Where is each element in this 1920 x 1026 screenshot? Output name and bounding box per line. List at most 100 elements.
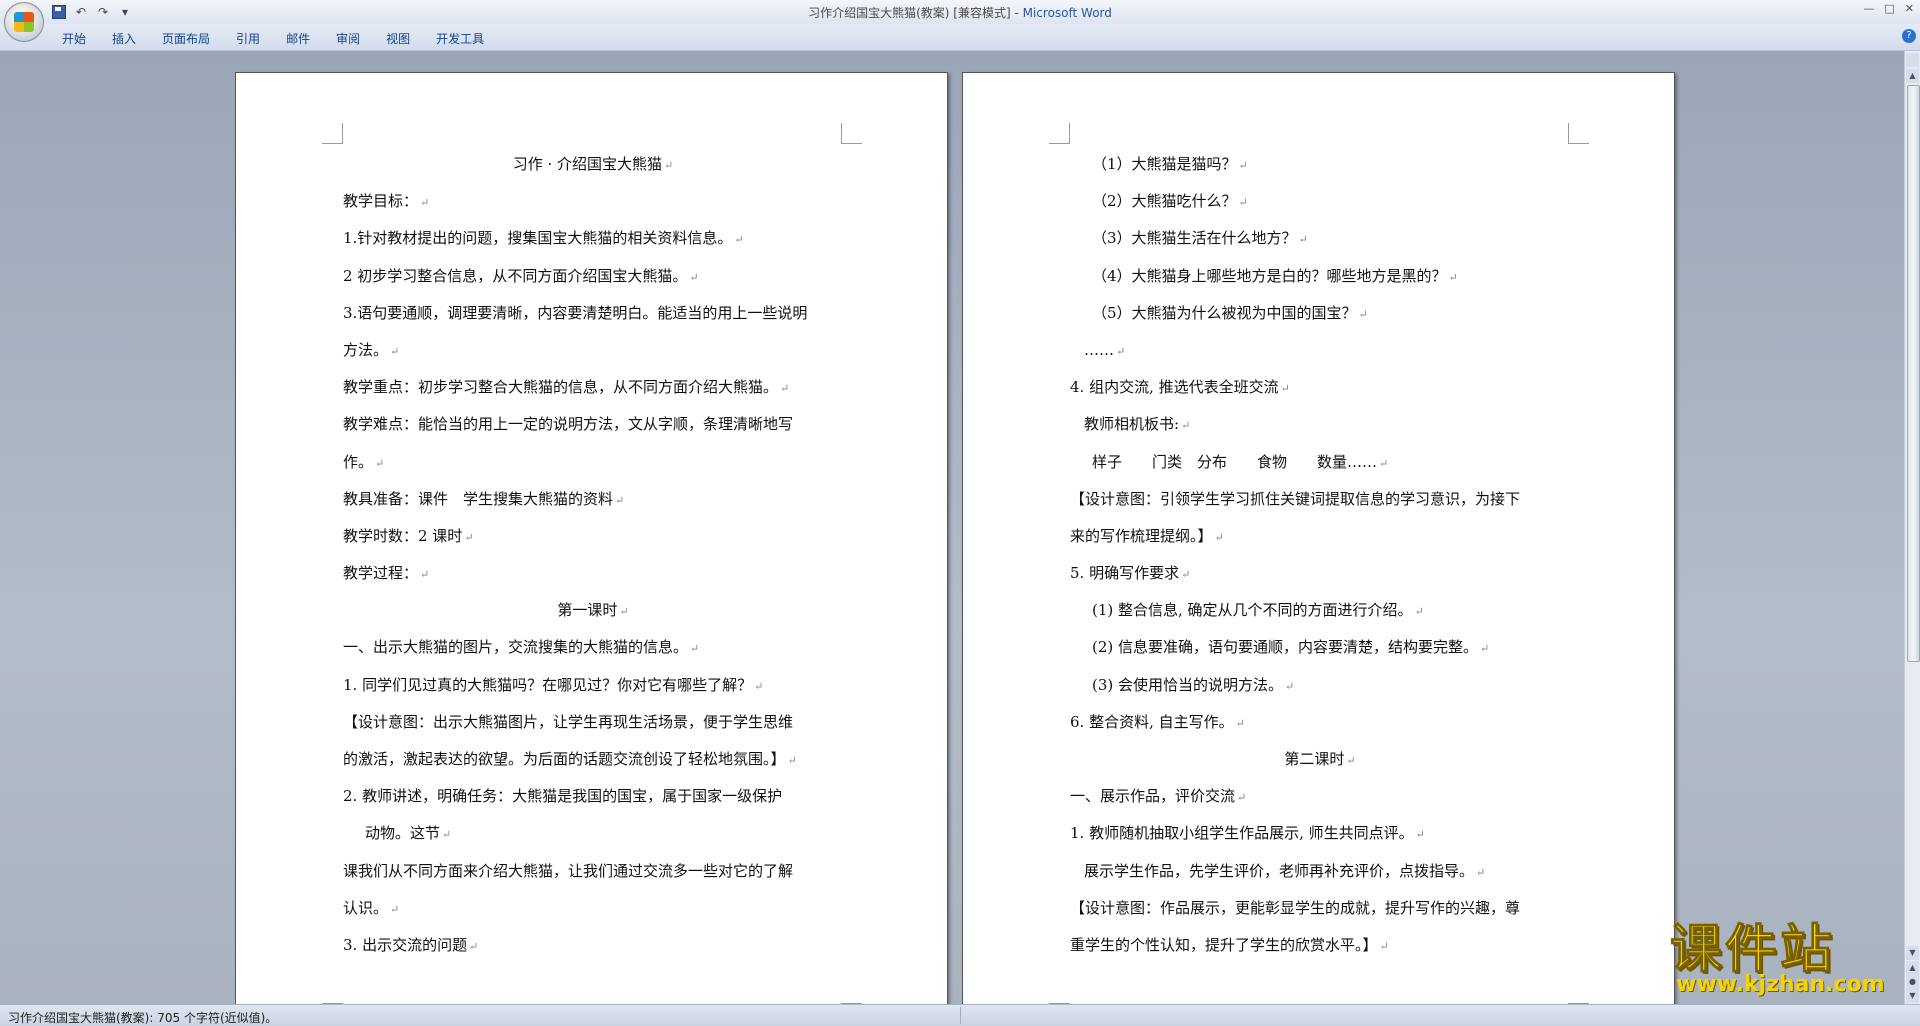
text-line[interactable]: 【设计意图：出示大熊猫图片，让学生再现生活场景，便于学生思维 [343,704,843,741]
text-line[interactable]: 【设计意图：引领学生学习抓住关键词提取信息的学习意识，为接下 [1070,481,1570,518]
scroll-down-button[interactable]: ▼ [1906,946,1919,960]
paragraph-mark-icon: ↵ [1235,716,1245,730]
line-text: 重学生的个性认知，提升了学生的欣赏水平。】 [1070,935,1378,954]
line-text: 3. 出示交流的问题 [343,935,468,954]
text-line[interactable]: 教学重点：初步学习整合大熊猫的信息，从不同方面介绍大熊猫。 ↵ [343,369,843,406]
line-text: 教学重点：初步学习整合大熊猫的信息，从不同方面介绍大熊猫。 [343,378,779,397]
paragraph-mark-icon: ↵ [464,530,474,544]
text-line[interactable]: 方法。 ↵ [343,332,843,369]
tab-references[interactable]: 引用 [224,30,274,47]
text-line[interactable]: 2 初步学习整合信息，从不同方面介绍国宝大熊猫。 ↵ [343,258,843,295]
text-line[interactable]: 作。 ↵ [343,444,843,481]
window-title: 习作介绍国宝大熊猫(教案) [兼容模式] - Microsoft Word [0,4,1920,21]
text-line[interactable]: 来的写作梳理提纲。】 ↵ [1070,518,1570,555]
previous-page-button[interactable]: ▲ [1906,961,1919,975]
title-bar: ↶ ↷ ▾ 习作介绍国宝大熊猫(教案) [兼容模式] - Microsoft W… [0,0,1920,42]
status-bar: 习作介绍国宝大熊猫(教案): 705 个字符(近似值)。 [0,1004,1920,1026]
text-line[interactable]: 一、出示大熊猫的图片，交流搜集的大熊猫的信息。 ↵ [343,629,843,666]
text-line[interactable]: (2) 信息要准确，语句要通顺，内容要清楚，结构要完整。 ↵ [1070,629,1570,666]
tab-insert[interactable]: 插入 [100,30,150,47]
line-text: （1）大熊猫是猫吗？ [1092,155,1237,173]
help-icon[interactable]: ? [1902,29,1916,43]
next-page-button[interactable]: ▼ [1906,989,1919,1003]
text-line[interactable]: 样子 门类 分布 食物 数量…… ↵ [1070,444,1570,481]
text-line[interactable]: 3. 出示交流的问题 ↵ [343,927,843,964]
line-text: 【设计意图：作品展示，更能彰显学生的成就，提升写作的兴趣，尊 [1070,898,1521,917]
paragraph-mark-icon: ↵ [1415,828,1425,842]
text-line[interactable]: 1. 同学们见过真的大熊猫吗？在哪见过？你对它有哪些了解？ ↵ [343,667,843,704]
line-text: 2. 教师讲述，明确任务：大熊猫是我国的国宝，属于国家一级保护 [343,787,783,806]
watermark-logo: 课件站 www.kjzhan.com [1670,922,1902,1002]
tab-home[interactable]: 开始 [50,30,100,47]
paragraph-mark-icon: ↵ [664,159,674,172]
close-button[interactable]: ✕ [1905,2,1914,15]
tab-page-layout[interactable]: 页面布局 [150,30,224,47]
paragraph-mark-icon: ↵ [619,605,629,619]
text-line[interactable]: 课我们从不同方面来介绍大熊猫，让我们通过交流多一些对它的了解 [343,853,843,890]
text-line[interactable]: 教学难点：能恰当的用上一定的说明方法，文从字顺，条理清晰地写 [343,406,843,443]
page-text[interactable]: 习作 · 介绍国宝大熊猫 ↵ 教学目标： ↵ 1.针对教材提出的问题，搜集国宝大熊猫的相… [343,146,843,964]
scroll-thumb[interactable] [1907,85,1920,662]
text-line[interactable]: (1) 整合信息, 确定从几个不同的方面进行介绍。 ↵ [1070,592,1570,629]
text-line[interactable]: （5）大熊猫为什么被视为中国的国宝？ ↵ [1070,295,1570,332]
paragraph-mark-icon: ↵ [1214,530,1224,544]
text-line[interactable]: 【设计意图：作品展示，更能彰显学生的成就，提升写作的兴趣，尊 [1070,890,1570,927]
tab-view[interactable]: 视图 [374,30,424,47]
word-count-status[interactable]: 习作介绍国宝大熊猫(教案): 705 个字符(近似值)。 [8,1009,277,1026]
text-line[interactable]: 第一课时 ↵ [343,592,843,629]
tab-developer[interactable]: 开发工具 [424,30,498,47]
line-text: (1) 整合信息, 确定从几个不同的方面进行介绍。 [1092,601,1413,620]
tab-mailings[interactable]: 邮件 [274,30,324,47]
line-text: 认识。 [343,898,389,917]
text-line[interactable]: 教学时数：2 课时 ↵ [343,518,843,555]
text-line[interactable]: 教具准备：课件 学生搜集大熊猫的资料 ↵ [343,481,843,518]
select-browse-object-button[interactable]: ● [1906,975,1919,989]
paragraph-mark-icon: ↵ [615,493,625,507]
document-page-2[interactable]: （1）大熊猫是猫吗？ ↵ （2）大熊猫吃什么？ ↵ （3）大熊猫生活在什么地方？ ↵ （4）… [962,72,1675,1004]
paragraph-mark-icon: ↵ [390,902,400,916]
line-text: （4）大熊猫身上哪些地方是白的？哪些地方是黑的？ [1092,266,1447,285]
margin-corner-mark [1568,123,1589,144]
text-line[interactable]: 习作 · 介绍国宝大熊猫 ↵ [343,146,843,183]
text-line[interactable]: 4. 组内交流, 推选代表全班交流 ↵ [1070,369,1570,406]
margin-corner-mark [322,123,343,144]
text-line[interactable]: 认识。 ↵ [343,890,843,927]
paragraph-mark-icon: ↵ [1237,791,1247,805]
text-line[interactable]: 动物。这节 ↵ [343,815,843,852]
text-line[interactable]: (3) 会使用恰当的说明方法。 ↵ [1070,667,1570,704]
text-line[interactable]: 第二课时 ↵ [1070,741,1570,778]
text-line[interactable]: 教师相机板书: ↵ [1070,406,1570,443]
minimize-button[interactable]: — [1863,2,1874,15]
text-line[interactable]: 重学生的个性认知，提升了学生的欣赏水平。】 ↵ [1070,927,1570,964]
line-text: (3) 会使用恰当的说明方法。 [1092,675,1284,694]
text-line[interactable]: 2. 教师讲述，明确任务：大熊猫是我国的国宝，属于国家一级保护 [343,778,843,815]
line-text: (2) 信息要准确，语句要通顺，内容要清楚，结构要完整。 [1092,638,1479,657]
text-line[interactable]: （4）大熊猫身上哪些地方是白的？哪些地方是黑的？ ↵ [1070,258,1570,295]
text-line[interactable]: 6. 整合资料, 自主写作。 ↵ [1070,704,1570,741]
text-line[interactable]: 5. 明确写作要求 ↵ [1070,555,1570,592]
document-area[interactable]: 习作 · 介绍国宝大熊猫 ↵ 教学目标： ↵ 1.针对教材提出的问题，搜集国宝大熊猫的相… [0,51,1905,1004]
document-page-1[interactable]: 习作 · 介绍国宝大熊猫 ↵ 教学目标： ↵ 1.针对教材提出的问题，搜集国宝大熊猫的相… [235,72,948,1004]
paragraph-mark-icon: ↵ [1414,605,1424,619]
text-line[interactable]: 展示学生作品，先学生评价，老师再补充评价，点拨指导。 ↵ [1070,853,1570,890]
text-line[interactable]: （1）大熊猫是猫吗？ ↵ [1070,146,1570,183]
text-line[interactable]: 1.针对教材提出的问题，搜集国宝大熊猫的相关资料信息。 ↵ [343,220,843,257]
text-line[interactable]: …… ↵ [1070,332,1570,369]
text-line[interactable]: （3）大熊猫生活在什么地方？ ↵ [1070,220,1570,257]
page-text[interactable]: （1）大熊猫是猫吗？ ↵ （2）大熊猫吃什么？ ↵ （3）大熊猫生活在什么地方？ ↵ （4）… [1070,146,1570,964]
tab-review[interactable]: 审阅 [324,30,374,47]
ruler-toggle-button[interactable] [1906,53,1919,67]
text-line[interactable]: 教学目标： ↵ [343,183,843,220]
maximize-button[interactable]: □ [1884,2,1894,15]
line-text: 一、展示作品，评价交流 [1070,787,1236,806]
text-line[interactable]: 的激活，激起表达的欲望。为后面的话题交流创设了轻松地氛围。】 ↵ [343,741,843,778]
scroll-up-button[interactable]: ▲ [1906,69,1919,83]
text-line[interactable]: 教学过程： ↵ [343,555,843,592]
office-button[interactable] [4,2,44,42]
text-line[interactable]: 3.语句要通顺，调理要清晰，内容要清楚明白。能适当的用上一些说明 [343,295,843,332]
text-line[interactable]: 1. 教师随机抽取小组学生作品展示, 师生共同点评。 ↵ [1070,815,1570,852]
text-line[interactable]: 一、展示作品，评价交流 ↵ [1070,778,1570,815]
paragraph-mark-icon: ↵ [390,344,400,358]
text-line[interactable]: （2）大熊猫吃什么？ ↵ [1070,183,1570,220]
vertical-scrollbar[interactable]: ▲ ▼ ▲ ● ▼ [1904,51,1920,1004]
